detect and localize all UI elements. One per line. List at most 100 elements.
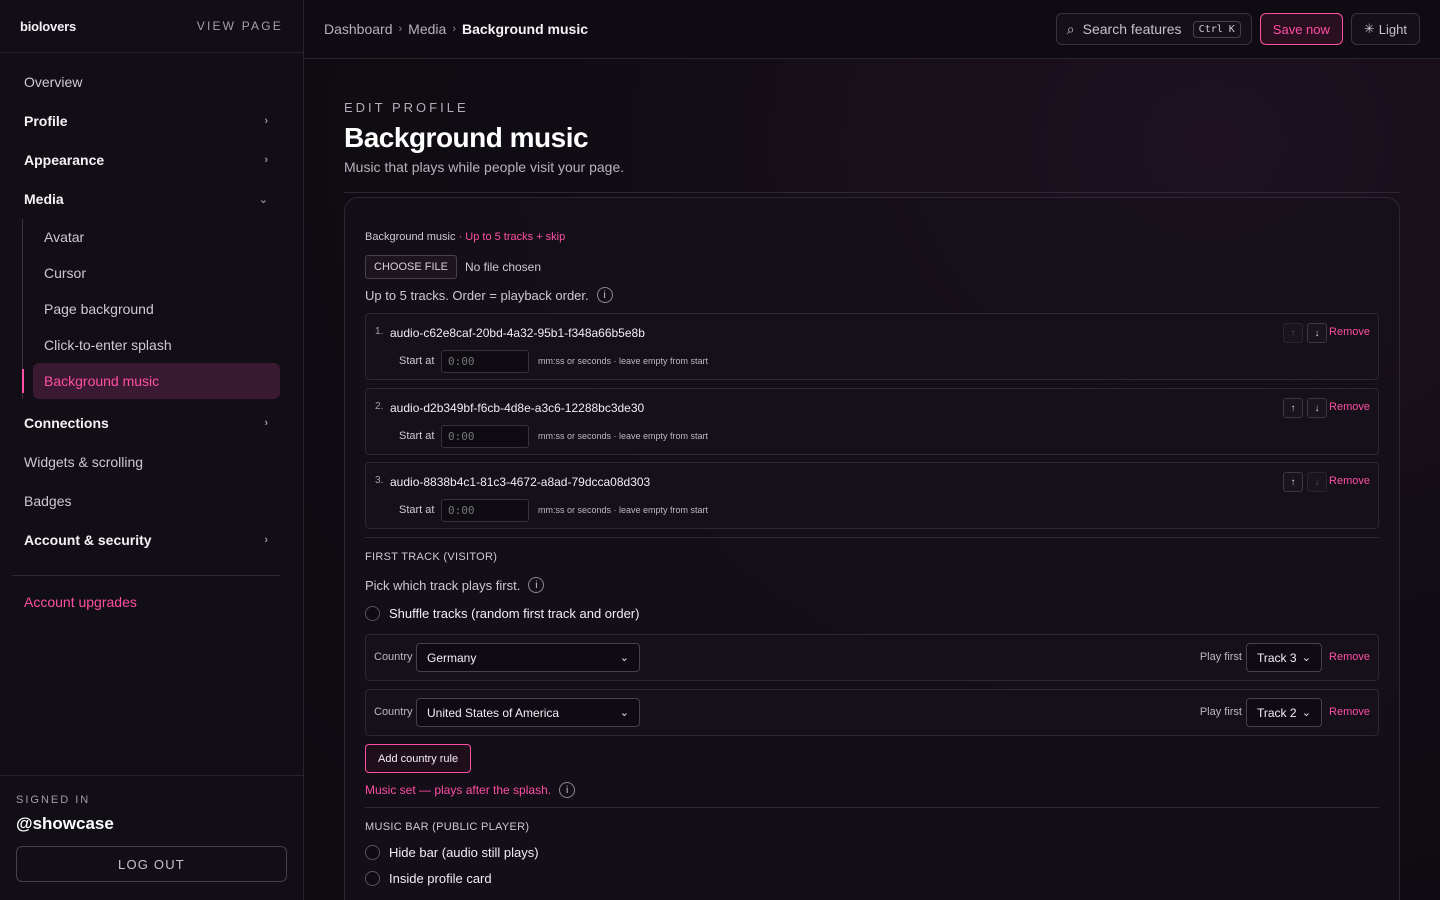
breadcrumb-dashboard[interactable]: Dashboard bbox=[324, 21, 393, 37]
sidebar-item-connections[interactable]: Connections › bbox=[12, 404, 280, 442]
sidebar-item-splash[interactable]: Click-to-enter splash bbox=[33, 327, 280, 363]
start-at-label: Start at bbox=[399, 504, 435, 516]
start-at-input[interactable] bbox=[441, 499, 529, 522]
theme-toggle-button[interactable]: ✳ Light bbox=[1350, 13, 1420, 45]
search-features-button[interactable]: ⌕ Search features Ctrl K bbox=[1055, 13, 1252, 45]
sidebar-item-label: Account & security bbox=[24, 532, 152, 548]
track-row: 2. audio-d2b349bf-f6cb-4d8e-a3c6-12288bc… bbox=[365, 388, 1379, 455]
remove-track-button[interactable]: Remove bbox=[1329, 475, 1370, 487]
sidebar-item-label: Widgets & scrolling bbox=[24, 454, 144, 470]
country-select[interactable]: United States of America ⌄ bbox=[416, 698, 640, 727]
chevron-right-icon: › bbox=[264, 154, 268, 166]
sidebar-header: biolovers VIEW PAGE bbox=[0, 0, 303, 53]
remove-rule-button[interactable]: Remove bbox=[1329, 651, 1370, 663]
remove-rule-button[interactable]: Remove bbox=[1329, 706, 1370, 718]
play-first-value: Track 2 bbox=[1257, 705, 1297, 720]
start-at-input[interactable] bbox=[441, 425, 529, 448]
start-format-hint: mm:ss or seconds · leave empty from star… bbox=[538, 431, 709, 441]
shuffle-option[interactable]: Shuffle tracks (random first track and o… bbox=[365, 606, 639, 621]
page-subtitle: Music that plays while people visit your… bbox=[344, 159, 625, 175]
breadcrumb-media[interactable]: Media bbox=[408, 21, 446, 37]
reorder-controls: ↑ ↓ bbox=[1283, 472, 1327, 492]
search-shortcut: Ctrl K bbox=[1192, 20, 1241, 38]
main-content: EDIT PROFILE Background music Music that… bbox=[304, 59, 1440, 900]
hide-bar-option[interactable]: Hide bar (audio still plays) bbox=[365, 845, 539, 860]
remove-track-button[interactable]: Remove bbox=[1329, 401, 1370, 413]
user-handle: @showcase bbox=[16, 814, 114, 833]
move-down-icon[interactable]: ↓ bbox=[1307, 472, 1327, 492]
country-select[interactable]: Germany ⌄ bbox=[416, 643, 640, 672]
play-first-label: Play first bbox=[1199, 706, 1242, 718]
info-icon[interactable]: i bbox=[559, 782, 576, 798]
sidebar-item-label: Media bbox=[24, 191, 64, 207]
move-down-icon[interactable]: ↓ bbox=[1307, 323, 1327, 343]
sidebar-item-appearance[interactable]: Appearance › bbox=[12, 141, 280, 179]
play-first-select[interactable]: Track 2 ⌄ bbox=[1246, 698, 1322, 727]
first-track-hint-text: Pick which track plays first. bbox=[365, 577, 521, 593]
brand-logo[interactable]: biolovers bbox=[20, 19, 76, 34]
tracks-hint: Up to 5 tracks. Order = playback order. … bbox=[365, 287, 613, 303]
track-number: 3. bbox=[375, 475, 384, 486]
move-up-icon[interactable]: ↑ bbox=[1283, 472, 1303, 492]
logout-button[interactable]: LOG OUT bbox=[16, 846, 287, 882]
shuffle-checkbox[interactable] bbox=[365, 606, 380, 621]
sidebar-item-avatar[interactable]: Avatar bbox=[33, 219, 280, 255]
music-status-text: Music set — plays after the splash. bbox=[365, 783, 552, 797]
view-page-link[interactable]: VIEW PAGE bbox=[197, 19, 283, 33]
move-up-icon[interactable]: ↑ bbox=[1283, 323, 1303, 343]
sidebar-item-widgets[interactable]: Widgets & scrolling bbox=[12, 443, 280, 481]
play-first-select[interactable]: Track 3 ⌄ bbox=[1246, 643, 1322, 672]
inside-card-checkbox[interactable] bbox=[365, 871, 380, 886]
sidebar-item-cursor[interactable]: Cursor bbox=[33, 255, 280, 291]
info-icon[interactable]: i bbox=[596, 287, 613, 303]
chevron-right-icon: › bbox=[264, 115, 268, 127]
country-label: Country bbox=[374, 651, 413, 663]
inside-card-option[interactable]: Inside profile card bbox=[365, 871, 492, 886]
move-up-icon[interactable]: ↑ bbox=[1283, 398, 1303, 418]
tracks-hint-text: Up to 5 tracks. Order = playback order. bbox=[365, 287, 589, 303]
inside-card-label: Inside profile card bbox=[389, 871, 492, 886]
sidebar-item-background-music[interactable]: Background music bbox=[22, 363, 280, 399]
play-first-label: Play first bbox=[1199, 651, 1242, 663]
play-first-value: Track 3 bbox=[1257, 650, 1297, 665]
breadcrumb: Dashboard › Media › Background music bbox=[324, 21, 588, 37]
sidebar-item-media[interactable]: Media ⌄ bbox=[12, 180, 280, 218]
add-country-rule-button[interactable]: Add country rule bbox=[365, 744, 472, 773]
top-actions: ⌕ Search features Ctrl K Save now ✳ Ligh… bbox=[1055, 13, 1420, 45]
sidebar-item-page-background[interactable]: Page background bbox=[33, 291, 280, 327]
header-divider bbox=[344, 192, 1400, 193]
first-track-title: FIRST TRACK (VISITOR) bbox=[365, 551, 498, 563]
save-now-button[interactable]: Save now bbox=[1259, 13, 1343, 45]
track-row: 1. audio-c62e8caf-20bd-4a32-95b1-f348a66… bbox=[365, 313, 1379, 380]
sidebar-item-label: Connections bbox=[24, 415, 109, 431]
music-label: Background music bbox=[365, 231, 456, 243]
breadcrumb-separator-icon: › bbox=[452, 23, 456, 35]
remove-track-button[interactable]: Remove bbox=[1329, 326, 1370, 338]
page-eyebrow: EDIT PROFILE bbox=[344, 100, 469, 115]
search-icon: ⌕ bbox=[1066, 20, 1075, 37]
country-value: Germany bbox=[427, 650, 477, 665]
sidebar-item-profile[interactable]: Profile › bbox=[12, 102, 280, 140]
first-track-hint: Pick which track plays first. i bbox=[365, 577, 545, 593]
chevron-down-icon: ⌄ bbox=[619, 707, 629, 719]
choose-file-button[interactable]: CHOOSE FILE bbox=[365, 255, 457, 279]
account-upgrades-link[interactable]: Account upgrades bbox=[12, 594, 280, 610]
chevron-right-icon: › bbox=[264, 534, 268, 546]
track-row: 3. audio-8838b4c1-81c3-4672-a8ad-79dcca0… bbox=[365, 462, 1379, 529]
sidebar-item-badges[interactable]: Badges bbox=[12, 482, 280, 520]
media-submenu: Avatar Cursor Page background Click-to-e… bbox=[22, 219, 280, 399]
section-divider bbox=[365, 807, 1379, 808]
sidebar-item-account-security[interactable]: Account & security › bbox=[12, 521, 280, 559]
move-down-icon[interactable]: ↓ bbox=[1307, 398, 1327, 418]
start-format-hint: mm:ss or seconds · leave empty from star… bbox=[538, 505, 709, 515]
sidebar-item-overview[interactable]: Overview bbox=[12, 63, 280, 101]
sidebar-item-label: Overview bbox=[24, 74, 83, 90]
music-limit-note: · Up to 5 tracks + skip bbox=[458, 231, 566, 243]
info-icon[interactable]: i bbox=[528, 577, 545, 593]
start-at-label: Start at bbox=[399, 430, 435, 442]
start-at-input[interactable] bbox=[441, 350, 529, 373]
theme-label: Light bbox=[1378, 21, 1407, 37]
signed-in-panel: SIGNED IN @showcase LOG OUT bbox=[0, 775, 303, 900]
chevron-down-icon: ⌄ bbox=[1301, 652, 1311, 664]
hide-bar-checkbox[interactable] bbox=[365, 845, 380, 860]
